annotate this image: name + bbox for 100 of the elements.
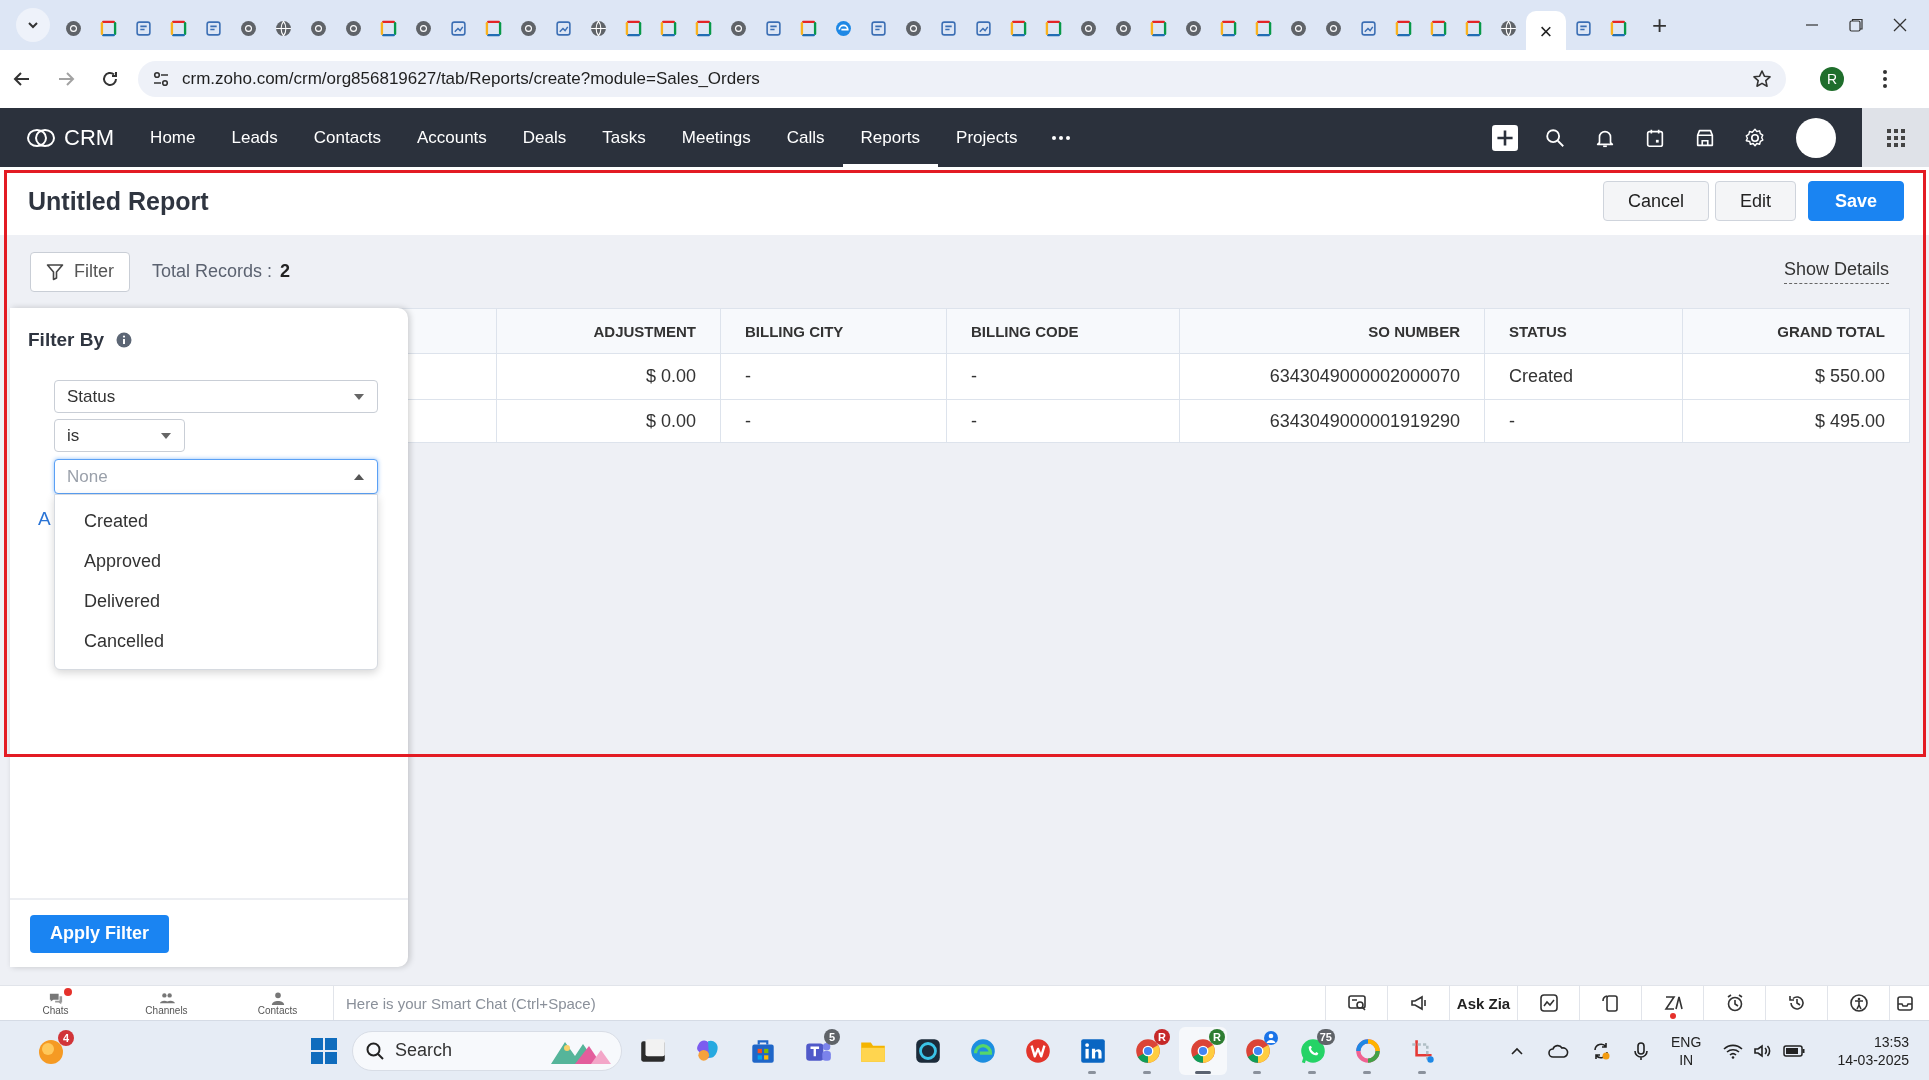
clock[interactable]: 13:53 14-03-2025	[1837, 1032, 1909, 1069]
dropdown-option[interactable]: Delivered	[55, 581, 377, 621]
column-header: ADJUSTMENT	[496, 308, 721, 354]
sliders-icon	[152, 70, 170, 88]
circle-logo-icon	[415, 19, 432, 37]
apply-filter-button[interactable]: Apply Filter	[30, 914, 169, 953]
search-icon[interactable]	[1544, 126, 1566, 149]
dropdown-option[interactable]: Cancelled	[55, 621, 377, 661]
chart-icon	[1360, 19, 1377, 37]
add-icon[interactable]	[1492, 124, 1518, 151]
address-field[interactable]: crm.zoho.com/crm/org856819627/tab/Reports/create?module=Sales_Orders	[138, 61, 1786, 97]
square-logo-icon	[100, 19, 117, 37]
chat-tab[interactable]: Contacts	[222, 986, 333, 1020]
star-icon[interactable]	[1752, 69, 1772, 89]
action-button[interactable]: Cancel	[1602, 181, 1709, 221]
profile-avatar[interactable]: R	[1820, 67, 1844, 91]
document-icon	[870, 19, 887, 37]
taskbar-app[interactable]: 5	[794, 1026, 842, 1075]
nav-tab[interactable]: Accounts	[398, 108, 505, 167]
square-logo-icon	[660, 19, 677, 37]
taskbar-app[interactable]: R	[1124, 1026, 1172, 1075]
caret-down-icon	[353, 392, 365, 401]
circle-logo-icon	[1325, 19, 1342, 37]
circle-logo-icon	[1290, 19, 1307, 37]
nav-tab[interactable]: Leads	[213, 108, 296, 167]
square-logo-icon	[1045, 19, 1062, 37]
nav-tab[interactable]: Home	[132, 108, 214, 167]
table-cell: 6343049000002000070	[1179, 353, 1485, 400]
nav-tab[interactable]: Tasks	[584, 108, 664, 167]
battery-icon[interactable]	[1783, 1044, 1806, 1057]
reload-icon[interactable]	[100, 69, 120, 89]
restore-icon[interactable]	[1849, 18, 1863, 32]
nav-tab[interactable]: Calls	[768, 108, 843, 167]
chat-tab[interactable]: Chats	[0, 986, 111, 1020]
taskbar-app[interactable]: R	[1179, 1026, 1227, 1075]
circle-logo-icon	[1115, 19, 1132, 37]
megaphone-icon[interactable]	[1408, 993, 1429, 1013]
caret-up-icon	[353, 472, 365, 481]
alert-dot	[1670, 1013, 1676, 1019]
more-menu-icon[interactable]	[1882, 69, 1888, 89]
windows-logo-icon[interactable]	[310, 1036, 338, 1065]
dropdown-option[interactable]: Approved	[55, 541, 377, 581]
microphone-icon[interactable]	[1633, 1040, 1650, 1061]
rotate-device-icon[interactable]	[1600, 993, 1621, 1013]
circle-logo-icon	[240, 19, 257, 37]
square-logo-icon	[695, 19, 712, 37]
close-tab-button[interactable]: ×	[1539, 21, 1553, 43]
accessibility-icon[interactable]	[1848, 993, 1869, 1013]
nav-tab[interactable]: Deals	[504, 108, 585, 167]
filter-button[interactable]: Filter	[30, 251, 130, 292]
save-button[interactable]: Save	[1807, 181, 1904, 221]
sync-icon[interactable]	[1591, 1040, 1612, 1061]
table-cell: -	[946, 353, 1180, 400]
new-tab-button[interactable]: +	[1646, 9, 1674, 41]
taskbar-app[interactable]: 75	[1289, 1026, 1337, 1075]
table-cell: Created	[1484, 353, 1683, 400]
search-icon	[365, 1040, 385, 1061]
chat-tab[interactable]: Channels	[111, 986, 222, 1020]
browser-tab[interactable]: ×	[1526, 11, 1566, 53]
table-cell: 6343049000001919290	[1179, 399, 1485, 443]
apps-grid-icon[interactable]	[1885, 127, 1906, 148]
show-details-link[interactable]: Show Details	[1783, 259, 1889, 284]
total-records-label: Total Records :	[152, 261, 273, 282]
caret-down-icon	[160, 431, 172, 440]
info-icon[interactable]	[116, 332, 133, 348]
circle-logo-icon	[345, 19, 362, 37]
person-badge-icon	[1264, 1030, 1278, 1045]
close-icon[interactable]	[1893, 18, 1907, 32]
screen-search-icon[interactable]	[1346, 993, 1367, 1013]
operator-select[interactable]: is	[54, 419, 185, 452]
nav-tab[interactable]: Projects	[938, 108, 1036, 167]
taskbar-search-field[interactable]: Search	[352, 1030, 622, 1071]
action-button[interactable]: Edit	[1714, 181, 1796, 221]
table-cell: -	[946, 399, 1180, 443]
square-logo-icon	[1220, 19, 1237, 37]
field-select[interactable]: Status	[54, 380, 378, 413]
globe-icon	[590, 19, 607, 37]
notification-badge: R	[1154, 1028, 1170, 1045]
input-language[interactable]: ENG IN	[1671, 1032, 1702, 1069]
circle-logo-icon	[730, 19, 747, 37]
nav-tab[interactable]: Meetings	[663, 108, 769, 167]
user-avatar[interactable]	[1796, 117, 1836, 158]
dropdown-option[interactable]: Created	[55, 501, 377, 541]
square-logo-icon	[1465, 19, 1482, 37]
nav-tab[interactable]: Contacts	[295, 108, 399, 167]
total-records-count: 2	[280, 261, 291, 282]
cloud-icon[interactable]	[1547, 1042, 1570, 1059]
chart-card-icon[interactable]	[1538, 993, 1559, 1013]
circle-logo-icon	[520, 19, 537, 37]
history-icon[interactable]	[1786, 993, 1807, 1013]
zia-icon[interactable]	[1662, 993, 1683, 1013]
inbox-icon[interactable]	[1895, 993, 1915, 1013]
globe-icon	[275, 19, 292, 37]
more-dots-icon[interactable]	[1051, 135, 1070, 140]
column-header: BILLING CITY	[720, 308, 947, 354]
column-header: BILLING CODE	[946, 308, 1180, 354]
settings-icon[interactable]	[1744, 126, 1766, 149]
swirl-logo-icon	[835, 19, 852, 37]
table-cell: $ 0.00	[496, 399, 721, 443]
wifi-icon[interactable]	[1723, 1042, 1744, 1059]
